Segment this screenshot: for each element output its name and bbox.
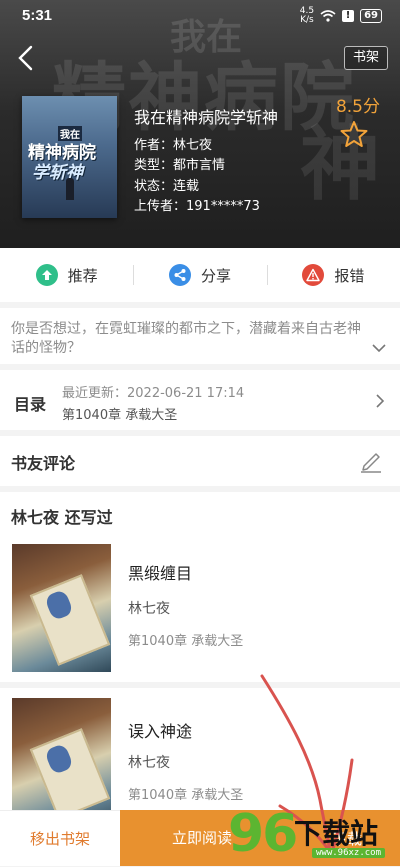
watermark-url: www.96xz.com [312, 848, 386, 858]
share-label: 分享 [200, 266, 231, 285]
network-speed: 4.5 K/s [299, 6, 315, 25]
notification-alert-icon: ! [342, 10, 355, 22]
report-error-button[interactable]: 报错 [266, 248, 400, 302]
book-header: 我在 精神病院 神 5:31 4.5 K/s ! 69 书架 我在 精神病院 学… [0, 0, 400, 248]
recommend-label: 推荐 [67, 266, 98, 285]
action-row: 推荐 分享 报错 [0, 248, 400, 302]
watermark-number: 96 [228, 804, 298, 864]
toc-label: 目录 [14, 395, 47, 414]
cover-figure [66, 178, 74, 200]
share-icon [168, 264, 191, 286]
comments-label: 书友评论 [11, 454, 76, 473]
book-author: 作者：林七夜 [134, 138, 213, 153]
share-button[interactable]: 分享 [133, 248, 266, 302]
battery-icon: 69 [360, 9, 382, 23]
cover-title-sub: 学斩神 [32, 163, 83, 183]
work-author: 林七夜 [128, 601, 170, 617]
book-cover: 我在 精神病院 学斩神 [22, 96, 117, 218]
recommend-button[interactable]: 推荐 [0, 248, 133, 302]
chevron-right-icon [376, 394, 385, 408]
warning-icon [302, 264, 325, 286]
work-title: 黑缎缠目 [128, 564, 193, 583]
book-title: 我在精神病院学斩神 [134, 108, 279, 127]
wifi-icon [320, 10, 336, 22]
report-error-label: 报错 [334, 266, 365, 285]
author-works-title: 林七夜 还写过 [11, 508, 113, 527]
latest-chapter: 第1040章 承载大圣 [62, 408, 178, 423]
reader-comments-section: 书友评论 [0, 436, 400, 486]
bookshelf-button[interactable]: 书架 [344, 46, 388, 70]
work-latest-chapter: 第1040章 承载大圣 [128, 634, 244, 649]
book-genre: 类型：都市言情 [134, 158, 226, 173]
remove-from-shelf-button[interactable]: 移出书架 [0, 810, 120, 866]
book-rating: 8.5分 [335, 97, 380, 117]
work-title: 误入神途 [128, 722, 193, 741]
status-indicators: 4.5 K/s ! 69 [300, 7, 382, 25]
book-intro[interactable]: 你是否想过，在霓虹璀璨的都市之下，潜藏着来自古老神话的怪物？ [0, 308, 400, 364]
watermark-text: 下载站 [294, 817, 379, 850]
book-thumbnail [12, 698, 111, 826]
chevron-down-icon[interactable] [372, 342, 386, 354]
divider [0, 682, 400, 688]
intro-text: 你是否想过，在霓虹璀璨的都市之下，潜藏着来自古老神话的怪物？ [11, 321, 361, 356]
status-bar: 5:31 4.5 K/s ! 69 [0, 0, 400, 32]
list-item[interactable]: 黑缎缠目 林七夜 第1040章 承载大圣 [0, 544, 400, 684]
work-author: 林七夜 [128, 755, 170, 771]
site-watermark-logo: 96 下载站 www.96xz.com [224, 806, 400, 866]
status-time: 5:31 [22, 7, 53, 24]
back-arrow-icon[interactable] [14, 44, 38, 72]
book-uploader: 上传者：191*****73 [134, 199, 260, 214]
backdrop-title-extra: 神 [300, 118, 380, 211]
table-of-contents-row[interactable]: 目录 最近更新：2022-06-21 17:14 第1040章 承载大圣 [0, 370, 400, 430]
upload-arrow-icon [35, 264, 58, 286]
star-icon[interactable] [340, 120, 368, 148]
book-thumbnail [12, 544, 111, 672]
write-comment-icon[interactable] [358, 448, 384, 474]
work-latest-chapter: 第1040章 承载大圣 [128, 788, 244, 803]
latest-update-time: 最近更新：2022-06-21 17:14 [62, 386, 245, 401]
book-status: 状态：连载 [134, 179, 200, 194]
